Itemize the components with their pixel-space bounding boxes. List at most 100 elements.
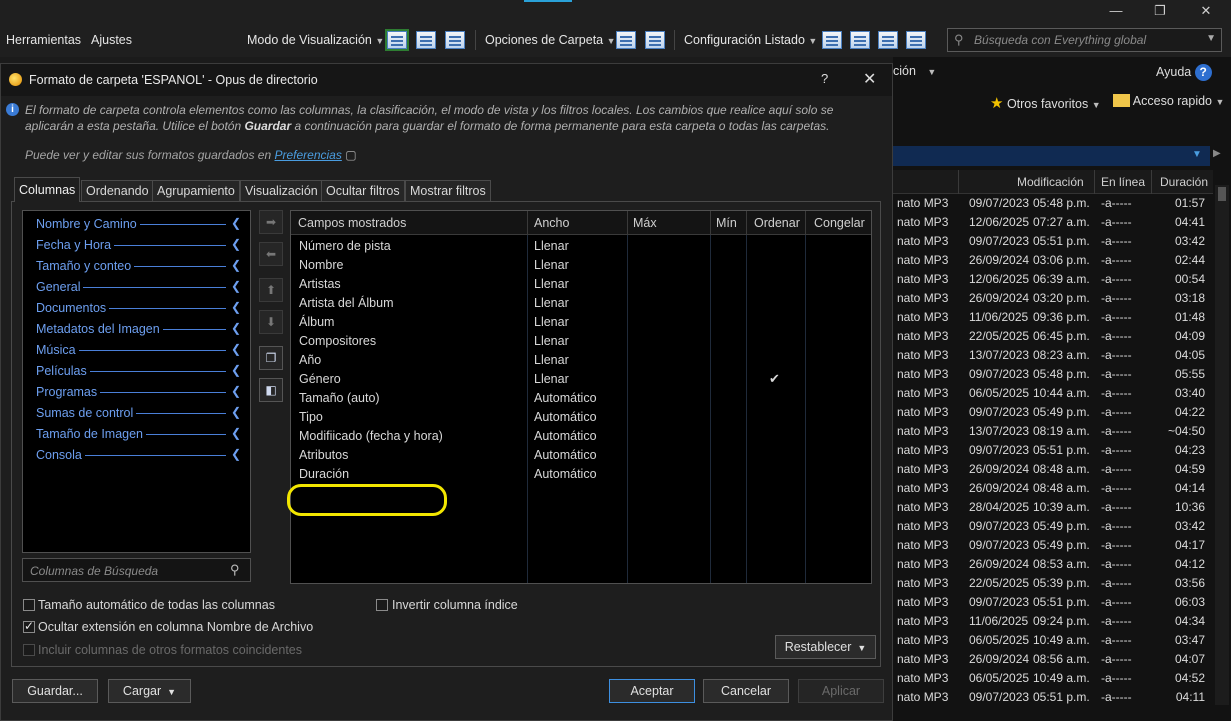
move-down-button[interactable]: ⬇ (259, 310, 283, 334)
auto-size-checkbox[interactable] (23, 599, 35, 611)
aceptar-button[interactable]: Aceptar (609, 679, 695, 703)
move-up-button[interactable]: ⬆ (259, 278, 283, 302)
folder-options-dropdown[interactable]: Opciones de Carpeta ▼ (485, 33, 616, 47)
field-width[interactable]: Automático (534, 467, 597, 481)
category-item[interactable]: Música ❮ (36, 341, 241, 362)
chevron-left-icon[interactable]: ❮ (231, 237, 241, 251)
file-row[interactable]: nato MP3 06/05/2025 10:49 a.m. -a----- 04:52 (893, 669, 1213, 688)
file-row[interactable]: nato MP3 09/07/2023 05:51 p.m. -a----- 04:23 (893, 441, 1213, 460)
file-row[interactable]: nato MP3 26/09/2024 08:48 a.m. -a----- 04:59 (893, 460, 1213, 479)
file-row[interactable]: nato MP3 09/07/2023 05:48 p.m. -a----- 01:57 (893, 194, 1213, 213)
list-config-dropdown[interactable]: Configuración Listado ▼ (684, 33, 817, 47)
field-width[interactable]: Llenar (534, 239, 569, 253)
category-item[interactable]: General ❮ (36, 278, 241, 299)
file-row[interactable]: nato MP3 06/05/2025 10:44 a.m. -a----- 03:40 (893, 384, 1213, 403)
cargar-button[interactable]: Cargar ▼ (108, 679, 191, 703)
file-row[interactable]: nato MP3 09/07/2023 05:49 p.m. -a----- 03:42 (893, 517, 1213, 536)
header-min[interactable]: Mín (716, 216, 737, 230)
tab-ordenando[interactable]: Ordenando (81, 180, 154, 201)
chevron-left-icon[interactable]: ❮ (231, 216, 241, 230)
category-item[interactable]: Sumas de control ❮ (36, 404, 241, 425)
file-row[interactable]: nato MP3 12/06/2025 07:27 a.m. -a----- 04:41 (893, 213, 1213, 232)
chevron-left-icon[interactable]: ❮ (231, 321, 241, 335)
file-row[interactable]: nato MP3 13/07/2023 08:23 a.m. -a----- 04:05 (893, 346, 1213, 365)
category-item[interactable]: Programas ❮ (36, 383, 241, 404)
chevron-left-icon[interactable]: ❮ (231, 405, 241, 419)
tab-columnas[interactable]: Columnas (14, 177, 81, 202)
field-row[interactable]: Álbum Llenar (291, 314, 871, 333)
columns-settings-icon[interactable] (906, 31, 926, 49)
column-en-linea[interactable]: En línea (1101, 175, 1145, 189)
file-row[interactable]: nato MP3 09/07/2023 05:48 p.m. -a----- 05:55 (893, 365, 1213, 384)
restablecer-button[interactable]: Restablecer ▼ (775, 635, 876, 659)
field-row[interactable]: Artistas Llenar (291, 276, 871, 295)
preferences-link[interactable]: Preferencias (274, 148, 341, 162)
chevron-left-icon[interactable]: ❮ (231, 342, 241, 356)
file-row[interactable]: nato MP3 26/09/2024 08:56 a.m. -a----- 04:07 (893, 650, 1213, 669)
cancelar-button[interactable]: Cancelar (703, 679, 789, 703)
columns-list-icon[interactable] (878, 31, 898, 49)
column-modificacion[interactable]: Modificación (1017, 175, 1084, 189)
vertical-scrollbar[interactable] (1215, 185, 1229, 705)
close-dialog-button[interactable]: ✕ (863, 69, 876, 89)
path-field[interactable]: ▼ (893, 146, 1210, 166)
menu-herramientas[interactable]: Herramientas (6, 33, 81, 47)
columns-config-icon[interactable] (822, 31, 842, 49)
file-row[interactable]: nato MP3 22/05/2025 06:45 p.m. -a----- 04:09 (893, 327, 1213, 346)
field-row[interactable]: Artista del Álbum Llenar (291, 295, 871, 314)
field-row[interactable]: Número de pista Llenar (291, 238, 871, 257)
file-row[interactable]: nato MP3 06/05/2025 10:49 a.m. -a----- 03:47 (893, 631, 1213, 650)
field-sort[interactable]: ✔ (769, 371, 780, 387)
chevron-down-icon[interactable]: ▼ (1206, 33, 1216, 44)
file-row[interactable]: nato MP3 26/09/2024 03:06 p.m. -a----- 02:44 (893, 251, 1213, 270)
field-row[interactable]: Duración Automático (291, 466, 871, 485)
header-max[interactable]: Máx (633, 216, 657, 230)
field-width[interactable]: Llenar (534, 296, 569, 310)
chevron-down-icon[interactable]: ▼ (1192, 149, 1202, 160)
field-row[interactable]: Modifiicado (fecha y hora) Automático (291, 428, 871, 447)
chevron-left-icon[interactable]: ❮ (231, 384, 241, 398)
category-item[interactable]: Consola ❮ (36, 446, 241, 467)
file-row[interactable]: nato MP3 26/09/2024 08:53 a.m. -a----- 04:12 (893, 555, 1213, 574)
help-menu[interactable]: Ayuda ? (1156, 64, 1212, 81)
remove-column-button[interactable]: ⬅ (259, 242, 283, 266)
file-row[interactable]: nato MP3 09/07/2023 05:49 p.m. -a----- 04:22 (893, 403, 1213, 422)
file-row[interactable]: nato MP3 11/06/2025 09:36 p.m. -a----- 01:48 (893, 308, 1213, 327)
field-row[interactable]: Compositores Llenar (291, 333, 871, 352)
category-item[interactable]: Tamaño de Imagen ❮ (36, 425, 241, 446)
header-ordenar[interactable]: Ordenar (754, 216, 800, 230)
field-width[interactable]: Llenar (534, 372, 569, 386)
close-window-button[interactable]: ✕ (1183, 0, 1229, 24)
invert-index-checkbox[interactable] (376, 599, 388, 611)
file-row[interactable]: nato MP3 12/06/2025 06:39 a.m. -a----- 00:54 (893, 270, 1213, 289)
header-congelar[interactable]: Congelar (814, 216, 865, 230)
field-width[interactable]: Llenar (534, 315, 569, 329)
file-row[interactable]: nato MP3 09/07/2023 05:49 p.m. -a----- 04:17 (893, 536, 1213, 555)
minimize-button[interactable]: — (1093, 0, 1139, 24)
scroll-thumb[interactable] (1218, 187, 1226, 201)
header-campos[interactable]: Campos mostrados (298, 216, 406, 230)
file-row[interactable]: nato MP3 09/07/2023 05:51 p.m. -a----- 04:11 (893, 688, 1213, 707)
column-layout-button[interactable]: ◧ (259, 378, 283, 402)
field-row[interactable]: Género Llenar ✔ (291, 371, 871, 390)
category-item[interactable]: Películas ❮ (36, 362, 241, 383)
menu-fragment[interactable]: ción ▼ (893, 64, 936, 78)
maximize-button[interactable]: ❐ (1137, 0, 1183, 24)
category-item[interactable]: Metadatos del Imagen ❮ (36, 320, 241, 341)
field-width[interactable]: Llenar (534, 353, 569, 367)
column-duracion[interactable]: Duración (1160, 175, 1208, 189)
field-row[interactable]: Año Llenar (291, 352, 871, 371)
field-row[interactable]: Tipo Automático (291, 409, 871, 428)
category-item[interactable]: Tamaño y conteo ❮ (36, 257, 241, 278)
chevron-left-icon[interactable]: ❮ (231, 363, 241, 377)
tab-ocultar-filtros[interactable]: Ocultar filtros (321, 180, 405, 201)
field-width[interactable]: Automático (534, 429, 597, 443)
file-row[interactable]: nato MP3 13/07/2023 08:19 a.m. -a----- ~04:5… (893, 422, 1213, 441)
help-button[interactable]: ? (821, 71, 828, 86)
field-row[interactable]: Nombre Llenar (291, 257, 871, 276)
field-width[interactable]: Llenar (534, 334, 569, 348)
aplicar-button[interactable]: Aplicar (798, 679, 884, 703)
header-ancho[interactable]: Ancho (534, 216, 569, 230)
field-width[interactable]: Automático (534, 391, 597, 405)
play-icon[interactable]: ▶ (1213, 148, 1221, 159)
